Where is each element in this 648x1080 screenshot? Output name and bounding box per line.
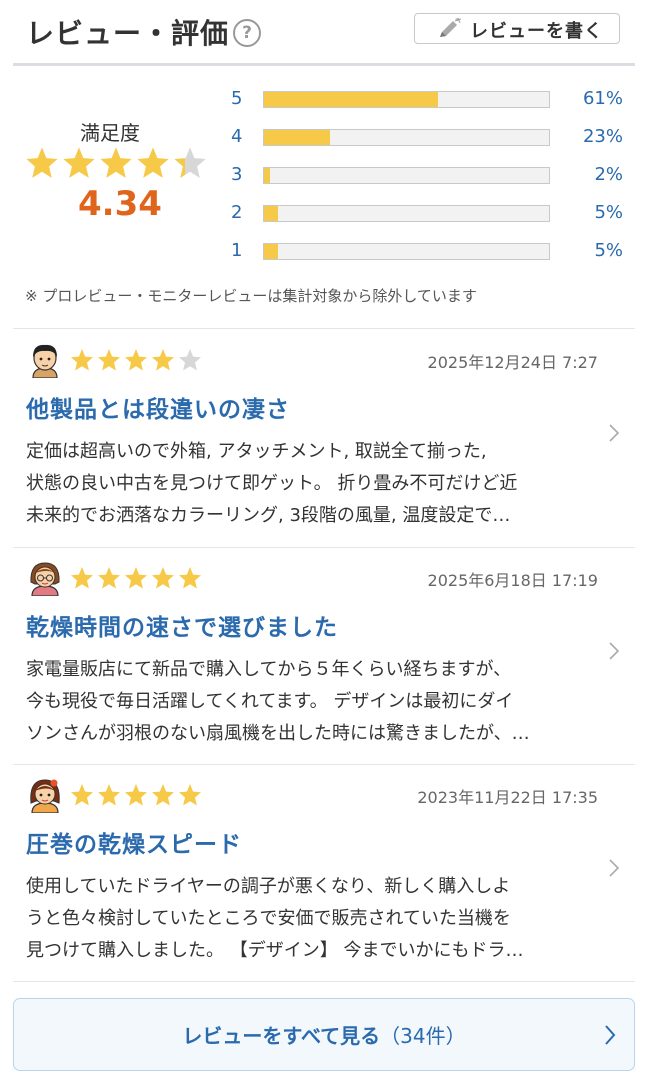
chevron-right-icon <box>608 423 620 447</box>
star-icon <box>71 349 93 371</box>
star-icon <box>71 567 93 589</box>
distribution-level: 5 <box>231 88 243 109</box>
review-stars <box>70 783 205 811</box>
star-icon <box>179 567 201 589</box>
distribution-level: 1 <box>231 240 243 261</box>
review-title: 乾燥時間の速さで選びました <box>26 615 338 641</box>
distribution-bar <box>263 91 550 108</box>
review-date: 2023年11月22日 17:35 <box>417 788 598 807</box>
review-date: 2025年6月18日 17:19 <box>427 571 598 590</box>
all-reviews-text: レビューをすべて見る <box>182 1024 381 1048</box>
star-icon <box>71 784 93 806</box>
distribution-level: 4 <box>231 126 243 147</box>
distribution-bar <box>263 167 550 184</box>
distribution-fill <box>264 206 279 221</box>
divider <box>13 981 635 982</box>
chevron-right-icon <box>603 1023 617 1051</box>
distribution-percent: 61% <box>582 88 623 109</box>
all-reviews-label: レビューをすべて見る（34件） <box>14 1020 634 1049</box>
pencil-icon <box>437 17 462 44</box>
star-icon <box>98 349 120 371</box>
review-stars <box>70 566 205 594</box>
review-count: （34件） <box>380 1024 466 1048</box>
review-item[interactable]: 2023年11月22日 17:35 圧巻の乾燥スピード 使用していたドライヤーの… <box>0 764 648 982</box>
chevron-right-icon <box>608 641 620 665</box>
review-line: 使用していたドライヤーの調子が悪くなり、新しく購入しよ <box>26 876 511 897</box>
distribution-percent: 2% <box>594 164 623 185</box>
review-line: ソンさんが羽根のない扇風機を出した時には驚きましたが、… <box>26 723 530 744</box>
review-line: 家電量販店にて新品で購入してから５年くらい経ちますが、 <box>26 659 512 680</box>
review-line: うと色々検討していたところで安価で販売されていた当機を <box>26 908 511 929</box>
distribution-fill <box>264 244 279 259</box>
star-icon <box>125 567 147 589</box>
review-title: 他製品とは段違いの凄さ <box>26 397 290 423</box>
distribution-percent: 5% <box>594 240 623 261</box>
distribution-fill <box>264 130 330 145</box>
page-title: レビュー・評価 <box>26 17 230 50</box>
distribution-level: 3 <box>231 164 243 185</box>
distribution-percent: 23% <box>582 126 623 147</box>
star-icon <box>152 567 174 589</box>
distribution-row-4[interactable]: 4 23% <box>0 126 648 148</box>
woman-glasses-avatar-icon <box>28 560 62 597</box>
review-title: 圧巻の乾燥スピード <box>26 832 242 858</box>
question-icon[interactable]: ? <box>233 19 261 47</box>
review-excerpt: 使用していたドライヤーの調子が悪くなり、新しく購入しよ うと色々検討していたとこ… <box>26 871 596 967</box>
distribution-level: 2 <box>231 202 243 223</box>
star-icon <box>179 349 201 371</box>
star-icon <box>98 567 120 589</box>
distribution-bar <box>263 129 550 146</box>
distribution-row-2[interactable]: 2 5% <box>0 202 648 224</box>
star-icon <box>152 784 174 806</box>
write-review-button[interactable]: レビューを書く <box>414 13 620 44</box>
review-line: 状態の良い中古を見つけて即ゲット。 折り畳み不可だけど近 <box>26 473 518 494</box>
star-icon <box>125 784 147 806</box>
all-reviews-button[interactable]: レビューをすべて見る（34件） <box>13 998 635 1071</box>
distribution-row-5[interactable]: 5 61% <box>0 88 648 110</box>
distribution-bar <box>263 243 550 260</box>
distribution-row-1[interactable]: 1 5% <box>0 240 648 262</box>
review-line: 定価は超高いので外箱, アタッチメント, 取説全て揃った, <box>26 441 487 462</box>
review-date: 2025年12月24日 7:27 <box>427 353 598 372</box>
review-stars <box>70 348 205 376</box>
distribution-fill <box>264 92 438 107</box>
review-line: 未来的でお洒落なカラーリング, 3段階の風量, 温度設定で… <box>26 505 511 526</box>
exclusion-note: ※ プロレビュー・モニターレビューは集計対象から除外しています <box>25 287 477 305</box>
review-excerpt: 家電量販店にて新品で購入してから５年くらい経ちますが、 今も現役で毎日活躍してく… <box>26 654 596 750</box>
star-icon <box>179 784 201 806</box>
distribution-bar <box>263 205 550 222</box>
review-item[interactable]: 2025年6月18日 17:19 乾燥時間の速さで選びました 家電量販店にて新品… <box>0 547 648 765</box>
review-line: 今も現役で毎日活躍してくれてます。 デザインは最初にダイ <box>26 691 514 712</box>
chevron-right-icon <box>608 858 620 882</box>
star-icon <box>152 349 174 371</box>
distribution-fill <box>264 168 271 183</box>
review-header: レビュー・評価 ? レビューを書く <box>0 0 648 66</box>
man-avatar-icon <box>28 342 62 379</box>
review-item[interactable]: 2025年12月24日 7:27 他製品とは段違いの凄さ 定価は超高いので外箱,… <box>0 329 648 547</box>
distribution-row-3[interactable]: 3 2% <box>0 164 648 186</box>
distribution-percent: 5% <box>594 202 623 223</box>
review-excerpt: 定価は超高いので外箱, アタッチメント, 取説全て揃った, 状態の良い中古を見つ… <box>26 436 596 532</box>
star-icon <box>125 349 147 371</box>
rating-summary: 満足度 4.34 5 61% 4 23% 3 2% 2 5% 1 5% ※ プロ… <box>0 66 648 328</box>
star-icon <box>98 784 120 806</box>
girl-avatar-icon <box>28 777 62 814</box>
review-line: 見つけて購入しました。 【デザイン】 今までいかにもドラ… <box>26 940 524 961</box>
write-review-label: レビューを書く <box>470 21 603 42</box>
